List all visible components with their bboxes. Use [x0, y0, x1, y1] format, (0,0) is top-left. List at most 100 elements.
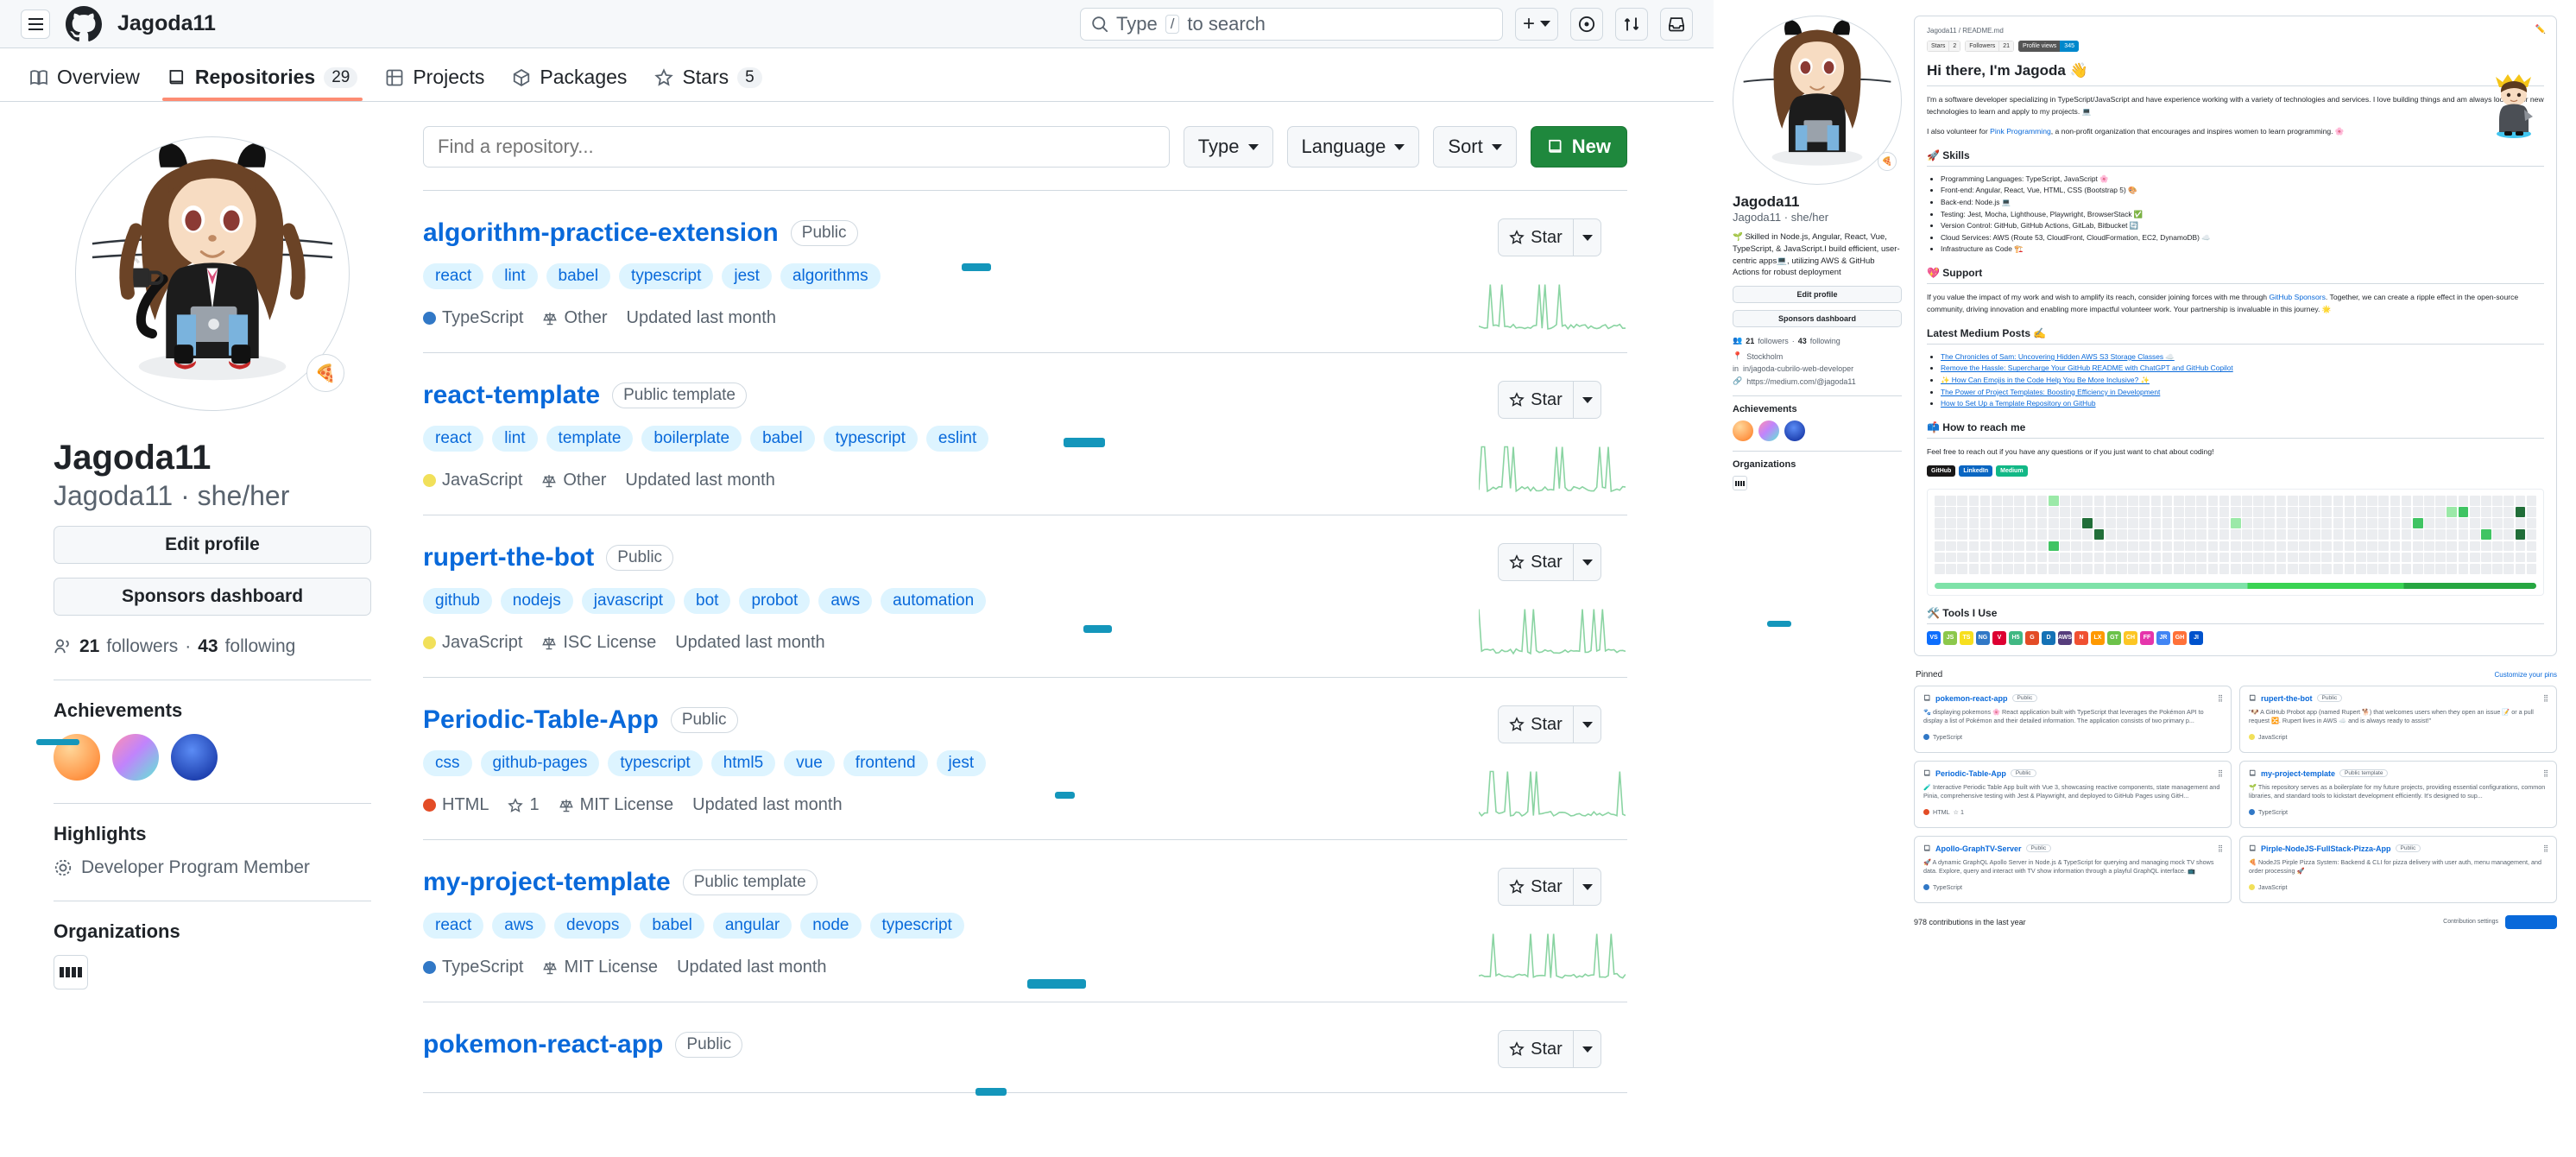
medium-post-link[interactable]: How to Set Up a Template Repository on G… [1941, 399, 2096, 408]
repository-topic[interactable]: eslint [925, 426, 989, 452]
repository-topic[interactable]: frontend [843, 750, 928, 776]
customize-pins-link[interactable]: Customize your pins [2495, 671, 2557, 679]
hamburger-icon[interactable] [21, 9, 50, 39]
repository-topic[interactable]: lint [492, 263, 538, 289]
repository-topic[interactable]: devops [554, 913, 632, 939]
pinned-repository-card[interactable]: ⣿ Apollo-GraphTV-Server Public 🚀 A dynam… [1914, 835, 2232, 903]
repository-topic[interactable]: boilerplate [641, 426, 742, 452]
pinned-repository-card[interactable]: ⣿ pokemon-react-app Public 🐾 displaying … [1914, 685, 2232, 753]
readme-shield-badge[interactable]: Profile views 345 [2018, 41, 2079, 52]
star-button[interactable]: Star [1498, 543, 1601, 581]
edit-profile-button[interactable]: Edit profile [54, 526, 371, 564]
readme-shield-badge[interactable]: Stars 2 [1927, 41, 1961, 52]
pinned-repository-name[interactable]: Pirple-NodeJS-FullStack-Pizza-App [2261, 844, 2391, 853]
medium-post-link[interactable]: The Power of Project Templates: Boosting… [1941, 388, 2160, 396]
pinned-repository-card[interactable]: ⣿ my-project-template Public template 🌱 … [2239, 760, 2557, 828]
repository-topic[interactable]: typescript [869, 913, 964, 939]
yolo-badge-icon[interactable] [112, 734, 159, 781]
medium-post-link[interactable]: Remove the Hassle: Supercharge Your GitH… [1941, 364, 2233, 372]
star-button[interactable]: Star [1498, 868, 1601, 906]
repository-topic[interactable]: nodejs [500, 588, 573, 614]
repository-topic[interactable]: template [546, 426, 634, 452]
star-dropdown-toggle[interactable] [1573, 219, 1601, 256]
new-repository-button[interactable]: New [1530, 126, 1627, 168]
tab-packages[interactable]: Packages [500, 66, 639, 101]
drag-handle-icon[interactable]: ⣿ [2218, 844, 2223, 852]
star-dropdown-toggle[interactable] [1573, 544, 1601, 580]
pull-shark-badge-icon[interactable] [171, 734, 218, 781]
header-owner-name[interactable]: Jagoda11 [117, 11, 216, 36]
followers-row[interactable]: 👥 21 followers · 43 following [1733, 336, 1902, 345]
pinned-repository-name[interactable]: pokemon-react-app [1935, 694, 2008, 703]
social-badge-github[interactable]: GitHub [1927, 465, 1956, 477]
tab-projects[interactable]: Projects [373, 66, 496, 101]
star-button[interactable]: Star [1498, 218, 1601, 256]
repository-topic[interactable]: babel [640, 913, 704, 939]
drag-handle-icon[interactable]: ⣿ [2543, 769, 2548, 777]
social-badge-medium[interactable]: Medium [1996, 465, 2028, 477]
pinned-repository-name[interactable]: Periodic-Table-App [1935, 769, 2006, 778]
repository-topic[interactable]: algorithms [780, 263, 881, 289]
quickdraw-badge-icon[interactable] [1733, 420, 1753, 442]
repository-topic[interactable]: lint [492, 426, 538, 452]
organization-avatar[interactable] [54, 955, 88, 989]
star-button[interactable]: Star [1498, 381, 1601, 419]
repository-topic[interactable]: node [800, 913, 862, 939]
search-input[interactable]: Type / to search [1079, 7, 1503, 41]
create-new-button[interactable]: + [1514, 7, 1558, 41]
pinned-stars[interactable]: ☆ 1 [1954, 808, 1964, 816]
star-dropdown-toggle[interactable] [1573, 706, 1601, 743]
repository-topic[interactable]: babel [750, 426, 815, 452]
tab-repositories[interactable]: Repositories 29 [155, 66, 369, 101]
repository-topic[interactable]: css [423, 750, 472, 776]
readme-shield-badge[interactable]: Followers 21 [1965, 41, 2014, 52]
pinned-repository-card[interactable]: ⣿ rupert-the-bot Public "🐶 A GitHub Prob… [2239, 685, 2557, 753]
drag-handle-icon[interactable]: ⣿ [2543, 694, 2548, 702]
find-repository-input[interactable] [423, 126, 1170, 168]
repository-topic[interactable]: aws [818, 588, 873, 614]
star-dropdown-toggle[interactable] [1573, 1031, 1601, 1067]
repository-topic[interactable]: react [423, 426, 484, 452]
drag-handle-icon[interactable]: ⣿ [2543, 844, 2548, 852]
star-dropdown-toggle[interactable] [1573, 869, 1601, 905]
repository-name-link[interactable]: algorithm-practice-extension [423, 218, 779, 248]
star-button[interactable]: Star [1498, 705, 1601, 743]
issues-button[interactable] [1570, 7, 1603, 41]
repository-stars[interactable]: 1 [508, 795, 540, 815]
status-emoji-badge[interactable]: 🍕 [306, 354, 344, 392]
pinned-repository-name[interactable]: my-project-template [2261, 769, 2335, 778]
organization-avatar[interactable] [1733, 476, 1747, 491]
repository-topic[interactable]: vue [784, 750, 835, 776]
website-row[interactable]: 🔗 https://medium.com/@jagoda11 [1733, 376, 1902, 386]
pink-programming-link[interactable]: Pink Programming [1990, 127, 2051, 136]
avatar[interactable] [1733, 16, 1902, 185]
drag-handle-icon[interactable]: ⣿ [2218, 769, 2223, 777]
repository-topic[interactable]: github [423, 588, 492, 614]
repository-topic[interactable]: typescript [619, 263, 714, 289]
repository-topic[interactable]: bot [684, 588, 731, 614]
pinned-repository-name[interactable]: Apollo-GraphTV-Server [1935, 844, 2022, 853]
repository-topic[interactable]: jest [936, 750, 987, 776]
sponsors-dashboard-button[interactable]: Sponsors dashboard [54, 578, 371, 616]
breadcrumb[interactable]: Jagoda11 / README.md [1927, 27, 2544, 35]
repository-topic[interactable]: babel [546, 263, 611, 289]
repository-name-link[interactable]: rupert-the-bot [423, 543, 594, 572]
pull-shark-badge-icon[interactable] [1784, 420, 1805, 442]
sort-filter-dropdown[interactable]: Sort [1433, 126, 1517, 168]
social-badge-linkedin[interactable]: LinkedIn [1959, 465, 1993, 477]
pinned-repository-name[interactable]: rupert-the-bot [2261, 694, 2313, 703]
repository-name-link[interactable]: pokemon-react-app [423, 1030, 663, 1059]
drag-handle-icon[interactable]: ⣿ [2218, 694, 2223, 702]
contribution-year-button[interactable] [2505, 914, 2557, 929]
medium-post-link[interactable]: ✨ How Can Emojis in the Code Help You Be… [1941, 376, 2150, 384]
pinned-repository-card[interactable]: ⣿ Periodic-Table-App Public 🧪 Interactiv… [1914, 760, 2232, 828]
yolo-badge-icon[interactable] [1758, 420, 1779, 442]
sponsors-dashboard-button[interactable]: Sponsors dashboard [1733, 310, 1902, 328]
star-dropdown-toggle[interactable] [1573, 382, 1601, 418]
repository-topic[interactable]: react [423, 263, 484, 289]
repository-topic[interactable]: probot [739, 588, 811, 614]
repository-topic[interactable]: github-pages [480, 750, 600, 776]
repository-topic[interactable]: automation [881, 588, 987, 614]
star-button[interactable]: Star [1498, 1030, 1601, 1068]
repository-topic[interactable]: angular [712, 913, 792, 939]
